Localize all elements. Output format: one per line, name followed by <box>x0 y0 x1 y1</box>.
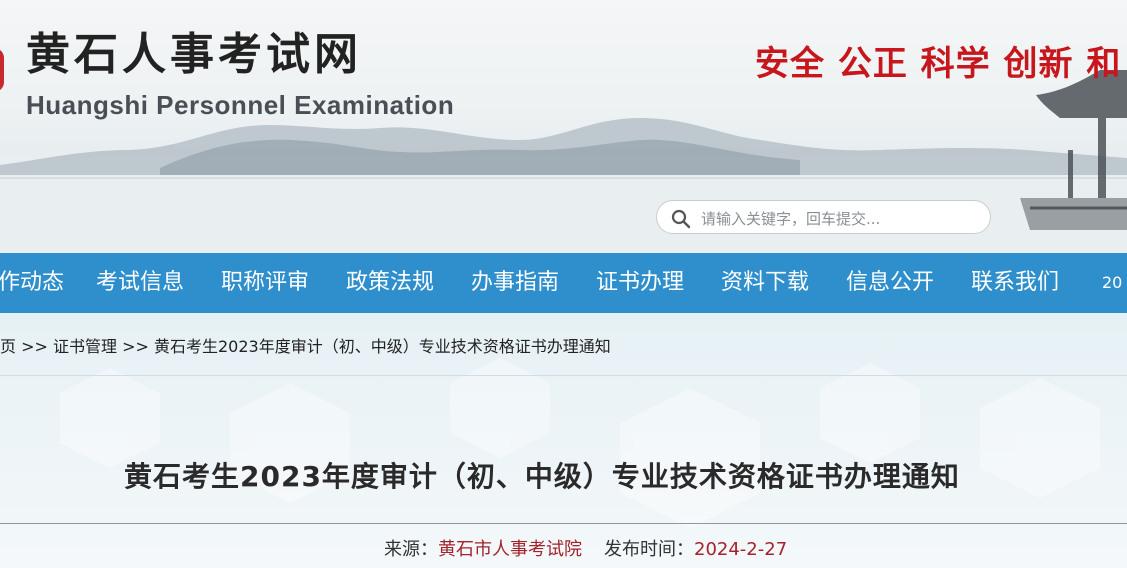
title-divider <box>0 523 1127 524</box>
nav-item-year[interactable]: 20 <box>1102 253 1122 313</box>
date-value: 2024-2-27 <box>694 539 788 560</box>
search-input[interactable] <box>699 206 983 232</box>
site-title: 黄石人事考试网 <box>26 29 362 80</box>
nav-item-guide[interactable]: 办事指南 <box>471 253 559 313</box>
article-area: 页 >> 证书管理 >> 黄石考生2023年度审计（初、中级）专业技术资格证书办… <box>0 313 1127 568</box>
nav-item-title-review[interactable]: 职称评审 <box>221 253 309 313</box>
nav-item-downloads[interactable]: 资料下载 <box>721 253 809 313</box>
slogan: 安全 公正 科学 创新 和 <box>755 44 1122 84</box>
nav-item-disclosure[interactable]: 信息公开 <box>846 253 934 313</box>
main-nav: 作动态 考试信息 职称评审 政策法规 办事指南 证书办理 资料下载 信息公开 联… <box>0 253 1127 313</box>
nav-item-certificates[interactable]: 证书办理 <box>596 253 684 313</box>
breadcrumb-divider <box>0 375 1127 376</box>
date-label: 发布时间： <box>604 539 694 560</box>
nav-item-policies[interactable]: 政策法规 <box>346 253 434 313</box>
breadcrumb-separator: >> <box>16 337 53 356</box>
breadcrumb: 页 >> 证书管理 >> 黄石考生2023年度审计（初、中级）专业技术资格证书办… <box>0 333 611 357</box>
breadcrumb-section[interactable]: 证书管理 <box>53 337 117 356</box>
site-subtitle: Huangshi Personnel Examination <box>26 90 455 120</box>
nav-item-work-news[interactable]: 作动态 <box>0 253 64 313</box>
search-box <box>656 200 991 234</box>
article-meta: 来源：黄石市人事考试院 发布时间：2024-2-27 <box>384 535 787 561</box>
search-icon[interactable] <box>671 209 691 229</box>
site-header: 黄石人事考试网 Huangshi Personnel Examination 安… <box>0 0 1127 253</box>
nav-item-contact[interactable]: 联系我们 <box>971 253 1059 313</box>
breadcrumb-current: 黄石考生2023年度审计（初、中级）专业技术资格证书办理通知 <box>154 337 611 356</box>
logo-mark <box>0 48 4 92</box>
source-value: 黄石市人事考试院 <box>438 539 582 560</box>
breadcrumb-separator: >> <box>117 337 154 356</box>
article-title: 黄石考生2023年度审计（初、中级）专业技术资格证书办理通知 <box>124 460 960 493</box>
nav-item-exam-info[interactable]: 考试信息 <box>96 253 184 313</box>
source-label: 来源： <box>384 539 438 560</box>
breadcrumb-home[interactable]: 页 <box>0 337 16 356</box>
